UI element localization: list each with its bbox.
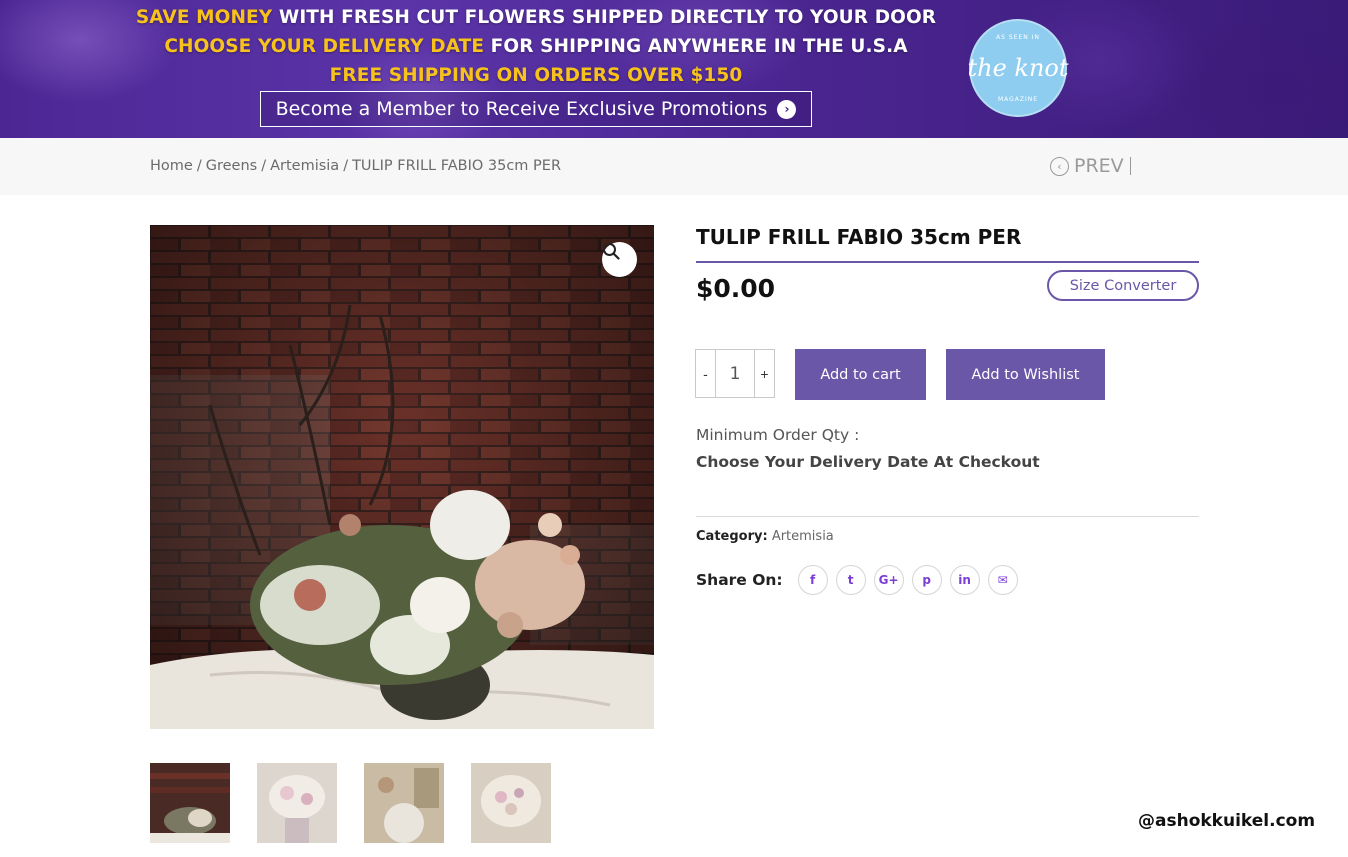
thumbnail-2[interactable] [257, 763, 337, 843]
share-icons: f t G+ p in ✉ [797, 565, 1018, 595]
product-main-image[interactable] [150, 225, 654, 729]
divider [1129, 157, 1131, 175]
category-link[interactable]: Artemisia [772, 529, 834, 544]
watermark-text: @ashokkuikel.com [1138, 811, 1316, 831]
thumbnail-strip [150, 763, 551, 843]
thumbnail-image-4 [471, 763, 551, 843]
magnifier-icon [603, 243, 620, 260]
thumbnail-image-1 [150, 763, 230, 843]
quantity-increase-button[interactable]: + [754, 350, 774, 397]
linkedin-icon[interactable]: in [949, 565, 980, 595]
minimum-order-qty: Minimum Order Qty : [696, 426, 860, 444]
the-knot-logo: the knot [967, 54, 1069, 82]
product-category: Category: Artemisia [696, 529, 834, 544]
zoom-button[interactable] [602, 242, 637, 277]
product-price: $0.00 [696, 274, 776, 303]
facebook-icon[interactable]: f [797, 565, 828, 595]
flower-arrangement-photo [150, 225, 654, 729]
category-label: Category: [696, 529, 768, 544]
breadcrumb-home[interactable]: Home [150, 158, 193, 174]
quantity-decrease-button[interactable]: - [696, 350, 716, 397]
quantity-input[interactable] [716, 350, 754, 397]
breadcrumb-separator: / [196, 158, 202, 174]
thumbnail-image-2 [257, 763, 337, 843]
breadcrumb: Home / Greens / Artemisia / TULIP FRILL FABIO … [150, 158, 561, 174]
twitter-icon[interactable]: t [835, 565, 866, 595]
add-to-wishlist-button[interactable]: Add to Wishlist [946, 349, 1105, 400]
chevron-left-icon: ‹ [1050, 156, 1069, 176]
banner-highlight-2: CHOOSE YOUR DELIVERY DATE [164, 36, 485, 57]
add-to-cart-button[interactable]: Add to cart [795, 349, 926, 400]
thumbnail-1[interactable] [150, 763, 230, 843]
promo-banner: SAVE MONEY WITH FRESH CUT FLOWERS SHIPPE… [0, 0, 1348, 138]
breadcrumb-current: TULIP FRILL FABIO 35cm PER [352, 158, 562, 174]
quantity-stepper: - + [695, 349, 775, 398]
share-section: Share On: f t G+ p in ✉ [696, 565, 1018, 595]
prev-label: PREV [1074, 155, 1124, 177]
banner-line-3: FREE SHIPPING ON ORDERS OVER $150 [0, 65, 1072, 86]
breadcrumb-separator: / [261, 158, 267, 174]
banner-highlight-3: FREE SHIPPING ON ORDERS OVER $150 [329, 65, 743, 86]
google-plus-icon[interactable]: G+ [873, 565, 904, 595]
pinterest-icon[interactable]: p [911, 565, 942, 595]
breadcrumb-artemisia[interactable]: Artemisia [270, 158, 339, 174]
banner-highlight-1: SAVE MONEY [135, 7, 273, 28]
banner-text-1: WITH FRESH CUT FLOWERS SHIPPED DIRECTLY … [272, 7, 937, 28]
breadcrumb-bar: Home / Greens / Artemisia / TULIP FRILL FABIO … [0, 138, 1348, 195]
email-icon[interactable]: ✉ [987, 565, 1018, 595]
delivery-date-note: Choose Your Delivery Date At Checkout [696, 453, 1040, 471]
breadcrumb-separator: / [343, 158, 349, 174]
become-member-label: Become a Member to Receive Exclusive Pro… [275, 98, 768, 120]
chevron-right-icon: › [777, 99, 797, 119]
title-divider [696, 261, 1199, 263]
banner-line-1: SAVE MONEY WITH FRESH CUT FLOWERS SHIPPE… [0, 7, 1072, 28]
thumbnail-image-3 [364, 763, 444, 843]
the-knot-badge: AS SEEN IN the knot MAGAZINE [967, 19, 1069, 117]
badge-top-text: AS SEEN IN [996, 34, 1040, 41]
meta-divider [696, 516, 1199, 517]
prev-product-link[interactable]: ‹ PREV [1050, 155, 1131, 177]
thumbnail-4[interactable] [471, 763, 551, 843]
product-title: TULIP FRILL FABIO 35cm PER [696, 225, 1022, 249]
badge-bottom-text: MAGAZINE [997, 96, 1039, 103]
banner-line-2: CHOOSE YOUR DELIVERY DATE FOR SHIPPING A… [0, 36, 1072, 57]
size-converter-button[interactable]: Size Converter [1047, 270, 1199, 301]
become-member-button[interactable]: Become a Member to Receive Exclusive Pro… [260, 91, 812, 127]
share-label: Share On: [696, 571, 783, 589]
thumbnail-3[interactable] [364, 763, 444, 843]
banner-text-2: FOR SHIPPING ANYWHERE IN THE U.S.A [484, 36, 908, 57]
breadcrumb-greens[interactable]: Greens [206, 158, 257, 174]
